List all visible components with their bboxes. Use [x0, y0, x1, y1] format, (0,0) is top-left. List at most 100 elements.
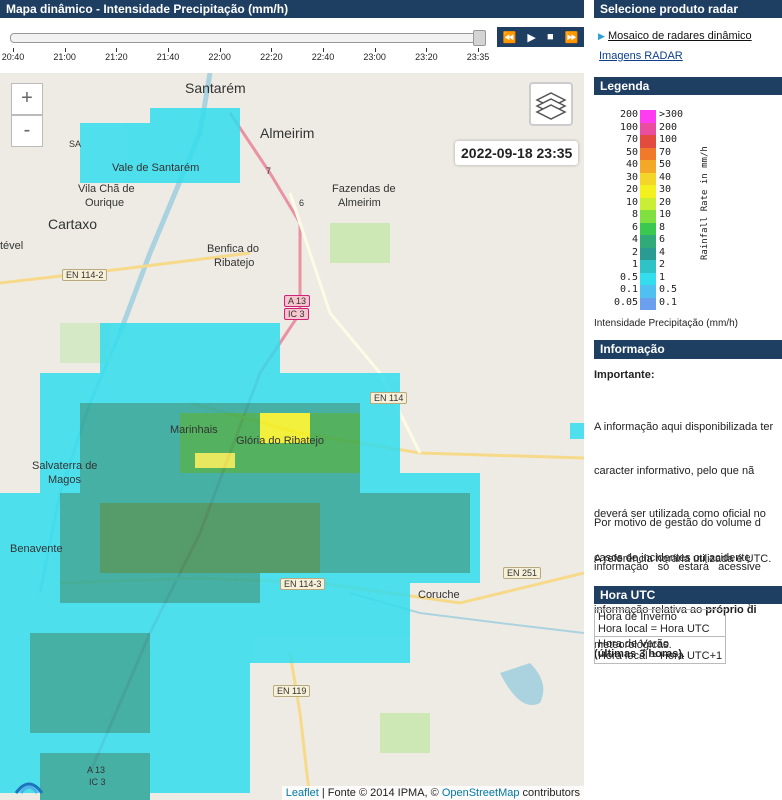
legend-right-label: 20	[659, 196, 672, 208]
time-slider-track[interactable]	[10, 33, 484, 43]
legend-left-label: 8	[631, 209, 638, 220]
legend-swatch	[640, 222, 656, 235]
legend-right-label: 200	[659, 121, 678, 133]
utc-rule: Hora local = Hora UTC	[598, 623, 710, 635]
legend-swatch	[640, 210, 656, 223]
legend-right-label: 6	[659, 234, 666, 245]
road-a13: A 13	[284, 295, 311, 307]
legend-colorbar: 200 >300 100 200 70 100 50 70 40 50 30 40 20 30 10 20 8 1…	[614, 109, 754, 310]
place-salvaterra: Salvaterra de	[32, 460, 98, 472]
legend-left-label: 50	[625, 146, 638, 158]
legend-right-label: 2	[659, 259, 666, 270]
arrow-right-icon: ▶	[598, 31, 605, 41]
legend-left-label: 70	[625, 134, 638, 145]
table-row: Hora de Inverno Hora local = Hora UTC	[593, 609, 727, 637]
road-en114: EN 114	[370, 392, 408, 404]
legend-swatch	[640, 272, 656, 285]
play-button[interactable]: ▶	[527, 31, 535, 44]
road-7: 7	[266, 166, 272, 176]
info-line: Por motivo de gestão do volume d	[594, 517, 761, 529]
osm-link[interactable]: OpenStreetMap	[442, 787, 520, 799]
product-section-title: Selecione produto radar	[594, 0, 782, 18]
legend-right-label: 70	[659, 146, 672, 158]
legend-left-label: 30	[625, 171, 638, 183]
map-timestamp: 2022-09-18 23:35	[455, 141, 579, 165]
place-santarem: Santarém	[185, 80, 246, 96]
legend-right-label: 50	[659, 159, 672, 170]
timeline-label: 23:35	[466, 52, 490, 62]
legend-left-label: 0.1	[619, 284, 638, 295]
forward-button[interactable]: ⏩	[565, 31, 579, 44]
zoom-out-button[interactable]: -	[11, 115, 43, 147]
map-title: Mapa dinâmico - Intensidade Precipitação…	[0, 0, 584, 18]
road-ic3: IC 3	[284, 308, 309, 320]
road-ic3-south: IC 3	[89, 777, 106, 787]
place-vila-cha: Vila Chã de	[78, 183, 135, 195]
utc-section-title: Hora UTC	[594, 586, 782, 604]
legend-right-label: >300	[659, 109, 684, 120]
product-link-mosaic[interactable]: Mosaico de radares dinâmico	[608, 30, 752, 42]
utc-cell: Hora de Verão Hora local = Hora UTC+1	[593, 636, 727, 664]
place-benavente: Benavente	[10, 543, 63, 555]
legend-swatch	[640, 297, 656, 310]
radar-map[interactable]: + - 2022-09-18 23:35 Santarém Almeirim V…	[0, 73, 584, 800]
legend-right-label: 10	[659, 209, 672, 220]
leaflet-link[interactable]: Leaflet	[286, 787, 319, 799]
place-vale-santarem: Vale de Santarém	[112, 162, 200, 174]
legend-caption: Intensidade Precipitação (mm/h)	[594, 318, 738, 329]
timeline-label: 22:00	[208, 52, 231, 62]
rewind-button[interactable]: ⏪	[503, 31, 517, 44]
legend-right-label: 40	[659, 171, 672, 183]
place-coruche: Coruche	[418, 589, 460, 601]
timeline-label: 22:20	[260, 52, 283, 62]
table-row: Hora de Verão Hora local = Hora UTC+1	[593, 636, 727, 664]
product-link-mosaic-row: ▶ Mosaico de radares dinâmico	[598, 30, 752, 42]
timeline-label: 23:00	[363, 52, 386, 62]
legend-swatch	[640, 122, 656, 135]
stop-button[interactable]: ■	[547, 31, 554, 43]
zoom-in-button[interactable]: +	[11, 83, 43, 115]
timeline-label: 21:20	[105, 52, 128, 62]
place-almeirim-small: Almeirim	[338, 197, 381, 209]
ipma-logo-icon	[14, 782, 44, 794]
place-tevel: tével	[0, 240, 24, 252]
info-line: A informação aqui disponibilizada ter	[594, 421, 774, 433]
info-section-title: Informação	[594, 340, 782, 359]
legend-swatch	[640, 160, 656, 173]
place-almeirim: Almeirim	[260, 125, 315, 141]
time-slider-handle[interactable]	[473, 30, 486, 46]
layers-button[interactable]	[529, 82, 573, 126]
legend-right-label: 100	[659, 134, 678, 145]
utc-table: Hora de Inverno Hora local = Hora UTC Hor…	[593, 609, 727, 664]
utc-cell: Hora de Inverno Hora local = Hora UTC	[593, 609, 727, 637]
legend-right-label: 0.5	[659, 284, 678, 295]
timeline: 20:40 21:00 21:20 21:40 22:00 22:20 22:40 23:00…	[0, 18, 584, 73]
legend-left-label: 1	[631, 259, 638, 270]
road-en119: EN 119	[273, 685, 311, 697]
playback-controls: ⏪ ▶ ■ ⏩	[497, 27, 584, 47]
info-important: Importante:	[594, 369, 655, 381]
legend-left-label: 100	[619, 121, 638, 133]
legend-right-label: 1	[659, 271, 666, 283]
legend-swatch	[640, 135, 656, 148]
place-benfica: Benfica do	[207, 243, 259, 255]
legend-swatch	[640, 185, 656, 198]
road-en114-3: EN 114-3	[280, 578, 326, 590]
legend-swatch	[640, 110, 656, 123]
place-gloria: Glória do Ribatejo	[236, 435, 325, 447]
place-magos: Magos	[48, 474, 82, 486]
utc-name: Hora de Inverno	[598, 611, 677, 623]
utc-rule: Hora local = Hora UTC+1	[598, 650, 723, 662]
road-6: 6	[299, 198, 305, 208]
legend-section-title: Legenda	[594, 77, 782, 95]
place-cartaxo: Cartaxo	[48, 216, 98, 232]
product-link-radar-images[interactable]: Imagens RADAR	[599, 50, 683, 62]
legend-left-label: 0.05	[614, 296, 639, 308]
legend-right-label: 30	[659, 184, 672, 195]
road-en251: EN 251	[503, 567, 542, 579]
place-fazendas: Fazendas de	[332, 183, 396, 195]
road-sa: SA	[69, 139, 82, 149]
timeline-label: 21:40	[156, 52, 180, 62]
legend-right-label: 0.1	[659, 296, 678, 308]
attribution-text: | Fonte © 2014 IPMA, ©	[318, 787, 442, 799]
